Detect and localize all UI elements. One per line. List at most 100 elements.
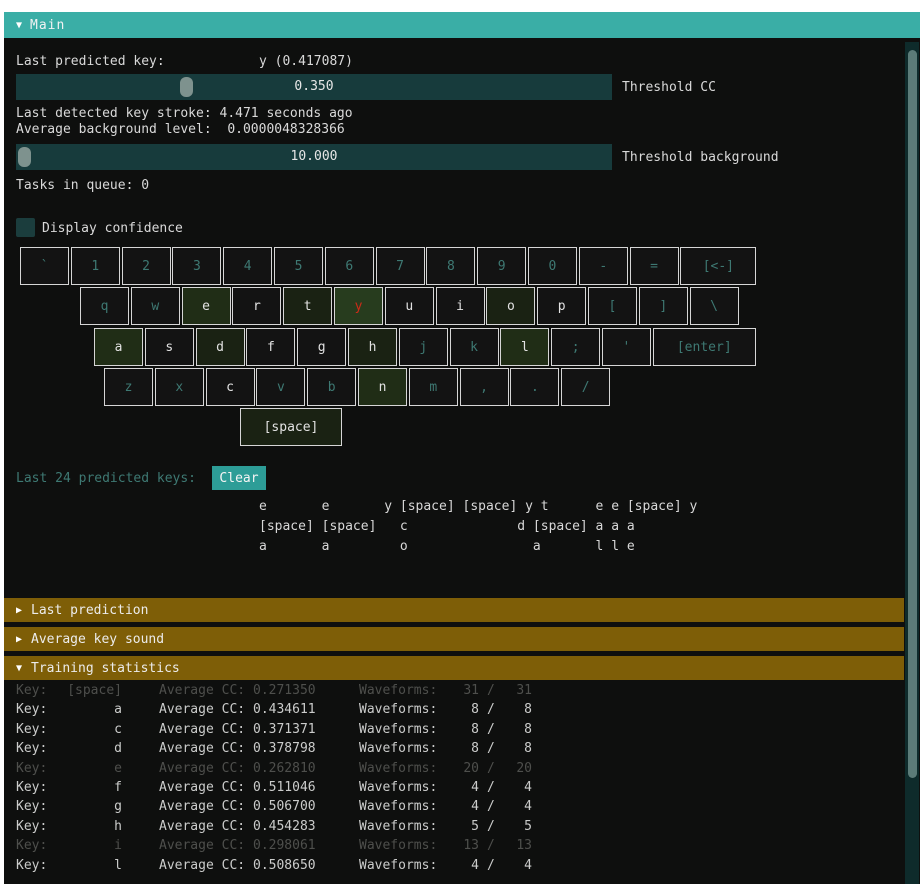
stats-cell: 8 (502, 722, 532, 737)
stats-cell: Average CC: (159, 702, 245, 717)
key-\: \ (690, 287, 739, 325)
key-d: d (196, 328, 245, 366)
predicted-keys-row: a a o a l l e (259, 539, 635, 554)
stats-cell: / (487, 780, 495, 795)
stats-cell: Waveforms: (359, 780, 437, 795)
stats-cell: 4 (434, 858, 479, 873)
key-i: i (436, 287, 485, 325)
stats-cell: 0.271350 (253, 683, 316, 698)
key-t: t (283, 287, 332, 325)
window-titlebar[interactable]: ▼ Main (4, 12, 920, 38)
key-[: [ (588, 287, 637, 325)
clear-button[interactable]: Clear (212, 466, 266, 490)
stats-row-a: Key:aAverage CC:0.434611Waveforms:8/8 (4, 702, 909, 721)
stats-cell: 0.511046 (253, 780, 316, 795)
stats-cell: 4 (502, 799, 532, 814)
stats-cell: h (54, 819, 122, 834)
stats-cell: Average CC: (159, 799, 245, 814)
section-header-last-prediction[interactable]: ▶Last prediction (4, 598, 904, 622)
main-window: ▼ Main Last predicted key: y (0.417087) … (4, 12, 920, 884)
key-`: ` (20, 247, 69, 285)
key-r: r (232, 287, 281, 325)
stats-cell: 0.298061 (253, 838, 316, 853)
stats-row-h: Key:hAverage CC:0.454283Waveforms:5/5 (4, 819, 909, 838)
stats-cell: 0.508650 (253, 858, 316, 873)
stats-cell: Average CC: (159, 741, 245, 756)
vertical-scrollbar-grab[interactable] (908, 50, 917, 778)
threshold-background-slider[interactable]: 10.000 (16, 144, 612, 170)
key-6: 6 (325, 247, 374, 285)
key-a: a (94, 328, 143, 366)
section-label: Training statistics (31, 661, 180, 676)
stats-cell: / (487, 683, 495, 698)
stats-cell: Waveforms: (359, 799, 437, 814)
keyboard-row: zxcvbnm,./ (104, 368, 612, 406)
vertical-scrollbar[interactable] (905, 42, 919, 884)
triangle-right-icon[interactable]: ▶ (16, 634, 22, 645)
collapse-arrow-icon[interactable]: ▼ (16, 20, 22, 31)
stats-cell: / (487, 819, 495, 834)
last-detected-text: Last detected key stroke: 4.471 seconds … (16, 106, 353, 121)
stats-cell: l (54, 858, 122, 873)
key-q: q (80, 287, 129, 325)
key-x: x (155, 368, 204, 406)
stats-cell: 13 (434, 838, 479, 853)
key-w: w (131, 287, 180, 325)
section-header-training-statistics[interactable]: ▼ Training statistics (4, 656, 904, 680)
triangle-down-icon[interactable]: ▼ (16, 663, 22, 674)
stats-cell: Key: (16, 722, 47, 737)
stats-cell: 0.434611 (253, 702, 316, 717)
key-h: h (348, 328, 397, 366)
keyboard-row: asdfghjkl;'[enter] (94, 328, 758, 366)
stats-cell: Waveforms: (359, 761, 437, 776)
stats-cell: 4 (434, 780, 479, 795)
stats-cell: 5 (502, 819, 532, 834)
key-c: c (206, 368, 255, 406)
keyboard-row: `1234567890-=[<-] (20, 247, 758, 285)
section-label: Average key sound (31, 632, 164, 647)
stats-cell: / (487, 838, 495, 853)
stats-cell: Key: (16, 741, 47, 756)
stats-cell: 13 (502, 838, 532, 853)
stats-cell: 8 (434, 741, 479, 756)
stats-cell: 20 (502, 761, 532, 776)
display-confidence-label: Display confidence (42, 221, 183, 236)
section-header-average-key-sound[interactable]: ▶ Average key sound (4, 627, 904, 651)
stats-cell: Key: (16, 780, 47, 795)
key-7: 7 (376, 247, 425, 285)
last-24-predicted-label: Last 24 predicted keys: (16, 471, 196, 486)
stats-row-g: Key:gAverage CC:0.506700Waveforms:4/4 (4, 799, 909, 818)
stats-cell: / (487, 741, 495, 756)
stats-cell: 4 (434, 799, 479, 814)
key-g: g (297, 328, 346, 366)
key--: - (579, 247, 628, 285)
key-8: 8 (426, 247, 475, 285)
stats-cell: [space] (54, 683, 122, 698)
key-f: f (246, 328, 295, 366)
stats-cell: d (54, 741, 122, 756)
key-[space]: [space] (240, 408, 342, 446)
threshold-cc-slider[interactable]: 0.350 (16, 74, 612, 100)
threshold-cc-label: Threshold CC (622, 80, 716, 95)
display-confidence-checkbox[interactable] (16, 218, 35, 237)
stats-cell: Waveforms: (359, 838, 437, 853)
stats-cell: e (54, 761, 122, 776)
avg-background-text: Average background level: 0.000004832836… (16, 122, 345, 137)
stats-cell: 20 (434, 761, 479, 776)
window-title: Main (30, 18, 65, 33)
stats-cell: 8 (434, 722, 479, 737)
key-s: s (145, 328, 194, 366)
keyboard-row: qwertyuiop[]\ (80, 287, 740, 325)
key-j: j (399, 328, 448, 366)
triangle-right-icon[interactable]: ▶ (16, 605, 22, 616)
key-5: 5 (274, 247, 323, 285)
stats-cell: Waveforms: (359, 819, 437, 834)
stats-cell: 0.371371 (253, 722, 316, 737)
page: { "window": { "title": "Main", "collapse… (0, 0, 920, 884)
stats-cell: / (487, 702, 495, 717)
stats-cell: 4 (502, 858, 532, 873)
key-l: l (500, 328, 549, 366)
stats-cell: 31 (434, 683, 479, 698)
stats-row-f: Key:fAverage CC:0.511046Waveforms:4/4 (4, 780, 909, 799)
stats-cell: Waveforms: (359, 741, 437, 756)
